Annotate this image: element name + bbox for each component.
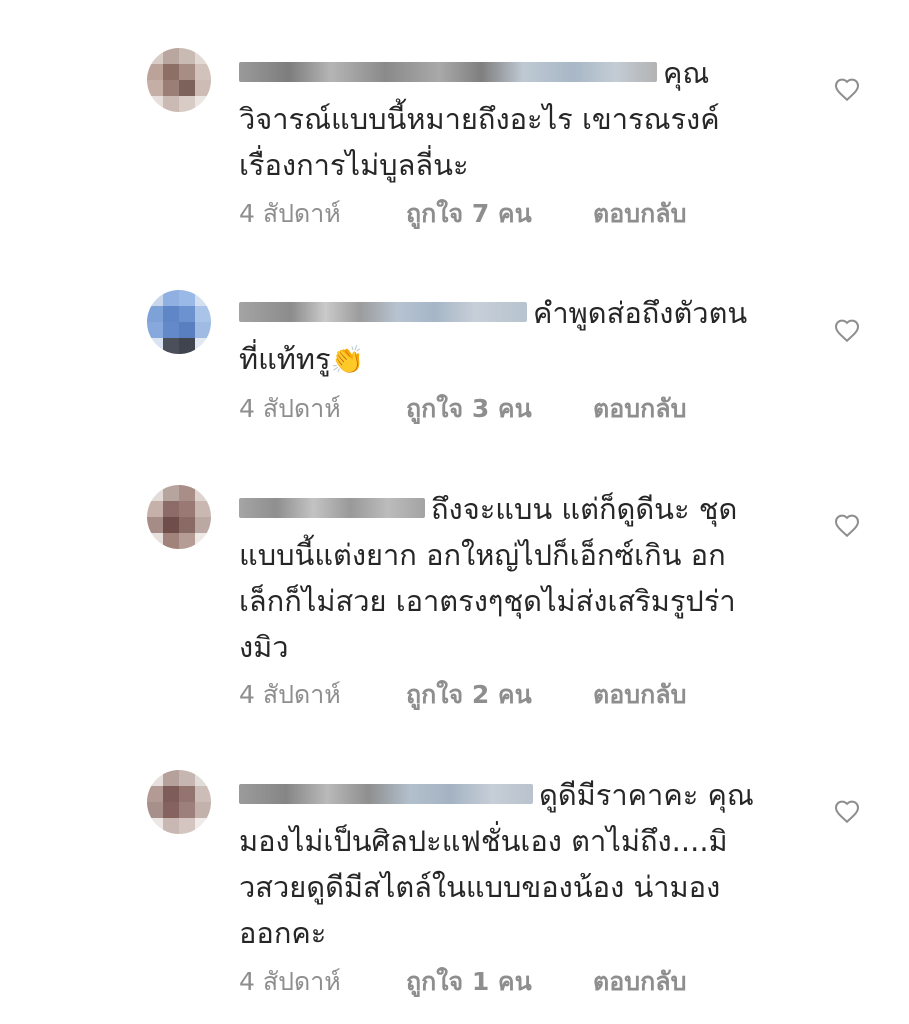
heart-outline-icon[interactable] (832, 510, 862, 540)
comment-like-count[interactable]: ถูกใจ 2 คน (406, 675, 593, 715)
reply-button[interactable]: ตอบกลับ (593, 962, 686, 1002)
comment-meta: 4 สัปดาห์ ถูกใจ 1 คน ตอบกลับ (239, 962, 686, 1002)
comment-line-text: ที่แท้ทรู (239, 342, 331, 376)
comment-line-text: คำพูดส่อถึงตัวตน (533, 296, 748, 330)
reply-button[interactable]: ตอบกลับ (593, 675, 686, 715)
username-blurred[interactable] (239, 62, 657, 82)
comment-line: เรื่องการไม่บูลลี่นะ (239, 148, 469, 182)
comment-meta: 4 สัปดาห์ ถูกใจ 2 คน ตอบกลับ (239, 675, 686, 715)
comment-text: ถึงจะแบน แต่ก็ดูดีนะ ชุด แบบนี้แต่งยาก อ… (239, 486, 799, 670)
comment-line: คำพูดส่อถึงตัวตน (239, 290, 799, 336)
comment-line: เล็กก็ไม่สวย เอาตรงๆชุดไม่ส่งเสริมรูปร่า (239, 584, 736, 618)
comment-meta: 4 สัปดาห์ ถูกใจ 3 คน ตอบกลับ (239, 389, 686, 429)
comment-like-count[interactable]: ถูกใจ 1 คน (406, 962, 593, 1002)
comment-like-count[interactable]: ถูกใจ 3 คน (406, 389, 593, 429)
username-blurred[interactable] (239, 784, 533, 804)
comment-line: งมิว (239, 630, 289, 664)
username-blurred[interactable] (239, 302, 527, 322)
comment-timestamp[interactable]: 4 สัปดาห์ (239, 675, 406, 715)
comment-line: ที่แท้ทรู👏 (239, 336, 799, 384)
comment-line: วสวยดูดีมีสไตล์ในแบบของน้อง น่ามอง (239, 870, 721, 904)
avatar[interactable] (147, 485, 211, 549)
comment-like-count[interactable]: ถูกใจ 7 คน (406, 194, 593, 234)
comment-timestamp[interactable]: 4 สัปดาห์ (239, 962, 406, 1002)
comment-line-text: ถึงจะแบน แต่ก็ดูดีนะ ชุด (431, 492, 738, 526)
comment-line: คุณ (239, 50, 799, 96)
comment-text: คุณ วิจารณ์แบบนี้หมายถึงอะไร เขารณรงค์ เ… (239, 50, 799, 188)
heart-outline-icon[interactable] (832, 796, 862, 826)
comment-text: ดูดีมีราคาคะ คุณ มองไม่เป็นศิลปะแฟชั่นเอ… (239, 772, 799, 956)
reply-button[interactable]: ตอบกลับ (593, 389, 686, 429)
comment-line: ดูดีมีราคาคะ คุณ (239, 772, 799, 818)
comment-line: มองไม่เป็นศิลปะแฟชั่นเอง ตาไม่ถึง....มิ (239, 824, 728, 858)
comment-line-text: คุณ (663, 56, 710, 90)
username-blurred[interactable] (239, 498, 425, 518)
comment-line: ออกคะ (239, 916, 327, 950)
comment-line: ถึงจะแบน แต่ก็ดูดีนะ ชุด (239, 486, 799, 532)
reply-button[interactable]: ตอบกลับ (593, 194, 686, 234)
comment-meta: 4 สัปดาห์ ถูกใจ 7 คน ตอบกลับ (239, 194, 686, 234)
comment-line-text: ดูดีมีราคาคะ คุณ (539, 778, 754, 812)
avatar[interactable] (147, 290, 211, 354)
comment-line: แบบนี้แต่งยาก อกใหญ่ไปก็เอ็กซ์เกิน อก (239, 538, 726, 572)
heart-outline-icon[interactable] (832, 315, 862, 345)
avatar[interactable] (147, 770, 211, 834)
heart-outline-icon[interactable] (832, 74, 862, 104)
clapping-hands-icon: 👏 (330, 345, 365, 376)
comment-timestamp[interactable]: 4 สัปดาห์ (239, 194, 406, 234)
comment-line: วิจารณ์แบบนี้หมายถึงอะไร เขารณรงค์ (239, 102, 720, 136)
avatar[interactable] (147, 48, 211, 112)
comment-timestamp[interactable]: 4 สัปดาห์ (239, 389, 406, 429)
comment-text: คำพูดส่อถึงตัวตน ที่แท้ทรู👏 (239, 290, 799, 384)
